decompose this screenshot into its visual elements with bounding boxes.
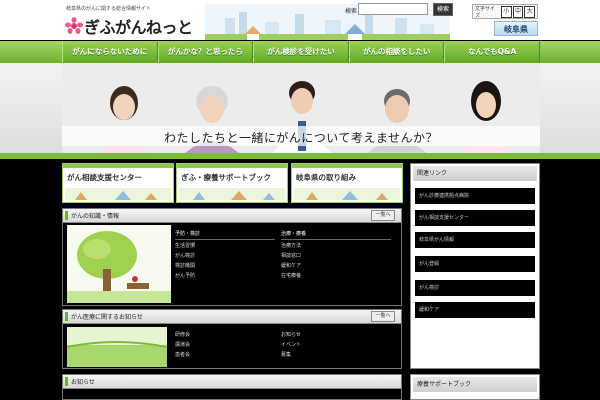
sidebar-link-label: がん診療連携拠点病院 — [419, 193, 470, 199]
panel-notices: お知らせ — [62, 374, 402, 400]
list-heading: 治療・療養 — [281, 229, 391, 240]
list-item[interactable]: がん検診 — [175, 251, 275, 261]
font-size-label: 文字サイズ — [475, 5, 496, 19]
banner-label: がん相談支援センター — [67, 173, 142, 182]
pref-link[interactable]: 岐阜県 — [494, 21, 538, 36]
knowledge-list-right: 治療・療養 治療方法 相談窓口 緩和ケア 在宅療養 — [281, 229, 391, 281]
nav-item-prevention[interactable]: がんにならないために — [62, 41, 158, 63]
sidebar-link[interactable]: がん登録 — [415, 256, 535, 272]
banner-support-center[interactable]: がん相談支援センター — [62, 163, 174, 203]
site-logo[interactable]: ぎふがんねっと — [64, 14, 193, 38]
search-input[interactable] — [358, 3, 428, 15]
panel-title: お知らせ — [71, 379, 95, 386]
banner-pref-initiatives[interactable]: 岐阜県の取り組み — [291, 163, 403, 203]
panel-medical-news: がん医療に関するお知らせ 一覧へ 研修会 講演会 患者会 お知らせ イベント 募… — [62, 309, 402, 369]
sidebar-link-label: がん相談支援センター — [419, 215, 470, 221]
list-item[interactable]: 募集 — [281, 350, 381, 360]
banner-label: ぎふ・療養サポートブック — [181, 173, 271, 182]
header: 岐阜県のがんに関する総合情報サイト ぎふがんねっと 検索 検索 文字サイズ 小 — [0, 0, 600, 40]
panel-accent-bar — [65, 377, 68, 386]
hero-bottom-bar — [0, 153, 600, 159]
panel-more-button[interactable]: 一覧へ — [371, 311, 395, 322]
search-label: 検索 — [345, 8, 358, 15]
hero-catch-copy: わたしたちと一緒にがんについて考えませんか？ — [163, 131, 439, 145]
list-item[interactable]: 検診機関 — [175, 261, 275, 271]
sidebar-link[interactable]: 緩和ケア — [415, 302, 535, 318]
flower-logo-icon — [65, 17, 83, 34]
banner-top-bar — [177, 164, 287, 168]
sidebar-link-label: 岐阜県がん情報 — [419, 237, 455, 243]
list-item[interactable]: がん予防 — [175, 271, 275, 281]
banner-support-book[interactable]: ぎふ・療養サポートブック — [176, 163, 288, 203]
news-list-right: お知らせ イベント 募集 — [281, 330, 381, 360]
nav-item-screening[interactable]: がん検診を受けたい — [253, 41, 349, 63]
font-size-switcher: 文字サイズ 小 中 大 — [472, 4, 538, 19]
tagline: 岐阜県のがんに関する総合情報サイト — [66, 6, 152, 12]
font-size-medium-button[interactable]: 中 — [512, 5, 524, 18]
sidebar-title: 療養サポートブック — [413, 377, 537, 392]
news-list-left: 研修会 講演会 患者会 — [175, 330, 275, 360]
sidebar-link[interactable]: 岐阜県がん情報 — [415, 232, 535, 248]
panel-accent-bar — [65, 211, 68, 220]
list-item[interactable]: 緩和ケア — [281, 261, 391, 271]
banner-top-bar — [292, 164, 402, 168]
list-item[interactable]: 相談窓口 — [281, 251, 391, 261]
knowledge-list-left: 予防・検診 生活習慣 がん検診 検診機関 がん予防 — [175, 229, 275, 281]
list-item[interactable]: 治療方法 — [281, 241, 391, 251]
list-item[interactable]: イベント — [281, 340, 381, 350]
sidebar-link-label: 緩和ケア — [419, 307, 440, 313]
panel-accent-bar — [65, 312, 68, 321]
sidebar-title: 関連リンク — [413, 166, 537, 181]
panel-header: がん医療に関するお知らせ 一覧へ — [63, 310, 401, 324]
sidebar-support-book: 療養サポートブック — [410, 374, 540, 400]
list-item[interactable]: 研修会 — [175, 330, 275, 340]
hero-image: わたしたちと一緒にがんについて考えませんか？ — [62, 63, 540, 158]
houses-illustration — [65, 188, 171, 200]
list-item[interactable]: 講演会 — [175, 340, 275, 350]
houses-illustration — [179, 188, 285, 200]
sidebar-links: 関連リンク がん診療連携拠点病院 がん相談支援センター 岐阜県がん情報 がん登録… — [410, 163, 540, 369]
panel-title: がん医療に関するお知らせ — [71, 314, 143, 321]
banner-label: 岐阜県の取り組み — [296, 173, 356, 182]
nav-item-qa[interactable]: なんでもQ&A — [444, 41, 540, 63]
list-item[interactable]: 患者会 — [175, 350, 275, 360]
tree-illustration — [67, 225, 171, 303]
banner-top-bar — [63, 164, 173, 168]
hero-banner: わたしたちと一緒にがんについて考えませんか？ — [0, 63, 600, 158]
font-size-large-button[interactable]: 大 — [524, 5, 535, 18]
panel-more-button[interactable]: 一覧へ — [371, 210, 395, 221]
list-item[interactable]: 在宅療養 — [281, 271, 391, 281]
panel-knowledge: がんの知識・情報 一覧へ 予防・検診 生活習慣 がん検診 検診機関 がん予防 治… — [62, 208, 402, 306]
list-heading: 予防・検診 — [175, 229, 275, 240]
nav-item-consultation[interactable]: がんの相談をしたい — [348, 41, 445, 63]
font-size-small-button[interactable]: 小 — [500, 5, 512, 18]
panel-title: がんの知識・情報 — [71, 213, 120, 220]
sidebar-link[interactable]: がん相談支援センター — [415, 210, 535, 226]
nav-item-symptoms[interactable]: がんかな？と思ったら — [157, 41, 254, 63]
list-item[interactable]: お知らせ — [281, 330, 381, 340]
sidebar-link-label: がん登録 — [419, 261, 440, 267]
sidebar-link[interactable]: がん診療連携拠点病院 — [415, 188, 535, 204]
sidebar-link[interactable]: がん検診 — [415, 280, 535, 296]
panel-header: お知らせ — [63, 375, 401, 389]
sidebar-link-label: がん検診 — [419, 285, 440, 291]
field-illustration — [67, 327, 167, 367]
houses-illustration — [294, 188, 400, 200]
list-item[interactable]: 生活習慣 — [175, 241, 275, 251]
logo-text: ぎふがんねっと — [84, 18, 193, 37]
panel-header: がんの知識・情報 一覧へ — [63, 209, 401, 223]
search-button[interactable]: 検索 — [433, 3, 453, 16]
global-nav: がんにならないために がんかな？と思ったら がん検診を受けたい がんの相談をした… — [62, 41, 540, 63]
